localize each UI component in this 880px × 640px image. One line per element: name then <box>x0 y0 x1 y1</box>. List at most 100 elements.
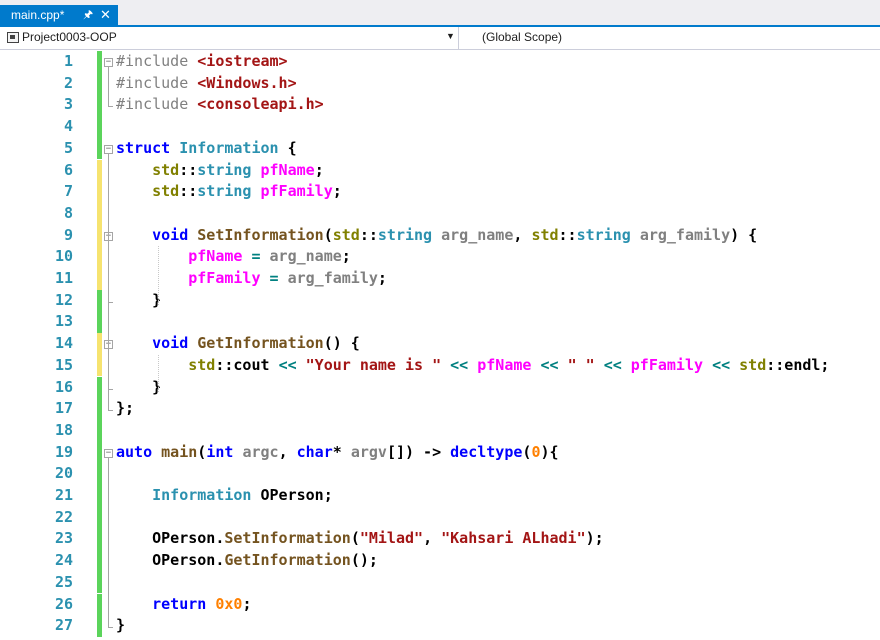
code-line[interactable]: 24 OPerson.GetInformation(); <box>0 550 880 572</box>
code-text: OPerson.SetInformation("Milad", "Kahsari… <box>116 528 604 550</box>
code-token: ; <box>314 160 324 179</box>
code-token: << <box>450 355 478 374</box>
outline-end <box>108 106 113 108</box>
code-token: string <box>576 225 640 244</box>
code-token: ; <box>332 182 342 201</box>
code-token: arg_name <box>441 225 514 244</box>
code-token: ( <box>350 529 360 548</box>
change-indicator <box>97 333 102 355</box>
line-number: 11 <box>54 269 73 287</box>
project-label: Project0003-OOP <box>22 30 117 44</box>
code-token: OPerson. <box>152 529 225 548</box>
code-line[interactable]: 21 Information OPerson; <box>0 485 880 507</box>
change-indicator <box>97 528 102 551</box>
line-number: 22 <box>54 507 73 526</box>
code-line[interactable]: 22 <box>0 506 880 529</box>
code-token: ::endl; <box>766 355 830 374</box>
code-token: = <box>260 269 288 287</box>
code-line[interactable]: 25 <box>0 571 880 594</box>
scope-dropdown[interactable]: (Global Scope) <box>459 27 880 49</box>
code-line[interactable]: 4 <box>0 116 880 138</box>
line-number: 13 <box>54 312 73 331</box>
code-line[interactable]: 6 std::string pfName; <box>0 159 880 182</box>
code-line[interactable]: 2 #include <Windows.h> <box>0 72 880 95</box>
line-number: 9 <box>63 225 73 244</box>
change-indicator <box>97 615 102 637</box>
project-dropdown[interactable]: Project0003-OOP ▼ <box>0 27 459 49</box>
code-line[interactable]: 14 void GetInformation() { <box>0 333 880 355</box>
code-line[interactable]: 7 std::string pfFamily; <box>0 181 880 203</box>
code-line[interactable]: 19 auto main(int argc, char* argv[]) -> d… <box>0 441 880 464</box>
code-token: SetInformation <box>197 225 324 244</box>
collapse-icon[interactable]: − <box>104 144 113 154</box>
code-token: ; <box>341 247 351 266</box>
code-editor[interactable]: 1 #include <iostream> −2 #include <Windows.… <box>0 50 880 640</box>
code-token: ::cout <box>215 355 279 374</box>
code-token: "Kahsari ALhadi" <box>441 529 586 548</box>
code-text: } <box>116 290 161 312</box>
tab-main-cpp[interactable]: main.cpp* 🖈︎ ✕ <box>0 5 118 25</box>
code-token: ( <box>323 225 333 244</box>
code-line[interactable]: 5 struct Information { <box>0 137 880 160</box>
code-token: << <box>603 355 631 374</box>
change-indicator <box>97 376 102 399</box>
code-text: void GetInformation() { <box>116 333 360 355</box>
code-token: GetInformation <box>197 334 324 353</box>
code-line[interactable]: 23 OPerson.SetInformation("Milad", "Kahs… <box>0 528 880 551</box>
code-token: " " <box>567 355 604 374</box>
code-line[interactable]: 13 <box>0 311 880 334</box>
line-number: 8 <box>63 203 73 222</box>
change-indicator <box>97 311 102 334</box>
code-token: #include <box>116 52 198 70</box>
change-indicator <box>97 441 102 464</box>
code-token: "Your name is " <box>305 355 451 374</box>
code-line[interactable]: 11 pfFamily = arg_family; <box>0 268 880 290</box>
code-token: } <box>152 290 162 309</box>
code-token: argv <box>350 442 387 461</box>
code-token: string <box>197 182 261 201</box>
code-token: void <box>152 225 198 244</box>
navigation-bar: Project0003-OOP ▼ (Global Scope) <box>0 27 880 50</box>
code-line[interactable]: 12 } <box>0 289 880 312</box>
line-number: 2 <box>63 73 73 92</box>
collapse-icon[interactable]: − <box>104 448 113 458</box>
code-token: pfName <box>260 160 315 179</box>
code-token: ; <box>242 594 252 613</box>
code-line[interactable]: 8 <box>0 202 880 225</box>
code-text: pfFamily = arg_family; <box>116 268 387 290</box>
code-line[interactable]: 9 void SetInformation(std::string arg_na… <box>0 224 880 247</box>
code-token: std <box>332 225 360 244</box>
code-line[interactable]: 26 return 0x0; <box>0 593 880 616</box>
chevron-down-icon[interactable]: ▼ <box>446 31 455 41</box>
collapse-icon[interactable]: − <box>104 58 113 67</box>
code-token: = <box>242 247 270 266</box>
line-number: 3 <box>63 95 73 114</box>
code-line[interactable]: 1 #include <iostream> <box>0 51 880 73</box>
code-line[interactable]: 27} <box>0 615 880 637</box>
code-token: Information <box>152 486 261 504</box>
code-line[interactable]: 15 std::cout << "Your name is " << pfNam… <box>0 354 880 377</box>
line-number: 4 <box>63 117 73 136</box>
code-line[interactable]: 18 <box>0 419 880 442</box>
code-line[interactable]: 3 #include <consoleapi.h> <box>0 94 880 117</box>
code-token: :: <box>179 182 198 201</box>
close-icon[interactable]: ✕ <box>100 5 111 25</box>
code-line[interactable]: 20 <box>0 463 880 485</box>
code-token: pfFamily <box>260 182 333 201</box>
line-number: 14 <box>54 334 73 353</box>
code-token: * <box>332 442 351 461</box>
change-indicator <box>97 268 102 290</box>
code-token: <consoleapi.h> <box>197 95 324 114</box>
code-text: Information OPerson; <box>116 485 333 507</box>
line-number: 17 <box>54 399 73 418</box>
code-line[interactable]: 10 pfName = arg_name; <box>0 246 880 268</box>
pin-icon[interactable]: 🖈︎ <box>83 5 93 25</box>
code-line[interactable]: 16 } <box>0 376 880 399</box>
code-token: ; <box>377 269 387 287</box>
indent-guide <box>158 246 159 306</box>
code-line[interactable]: 17}; <box>0 398 880 420</box>
